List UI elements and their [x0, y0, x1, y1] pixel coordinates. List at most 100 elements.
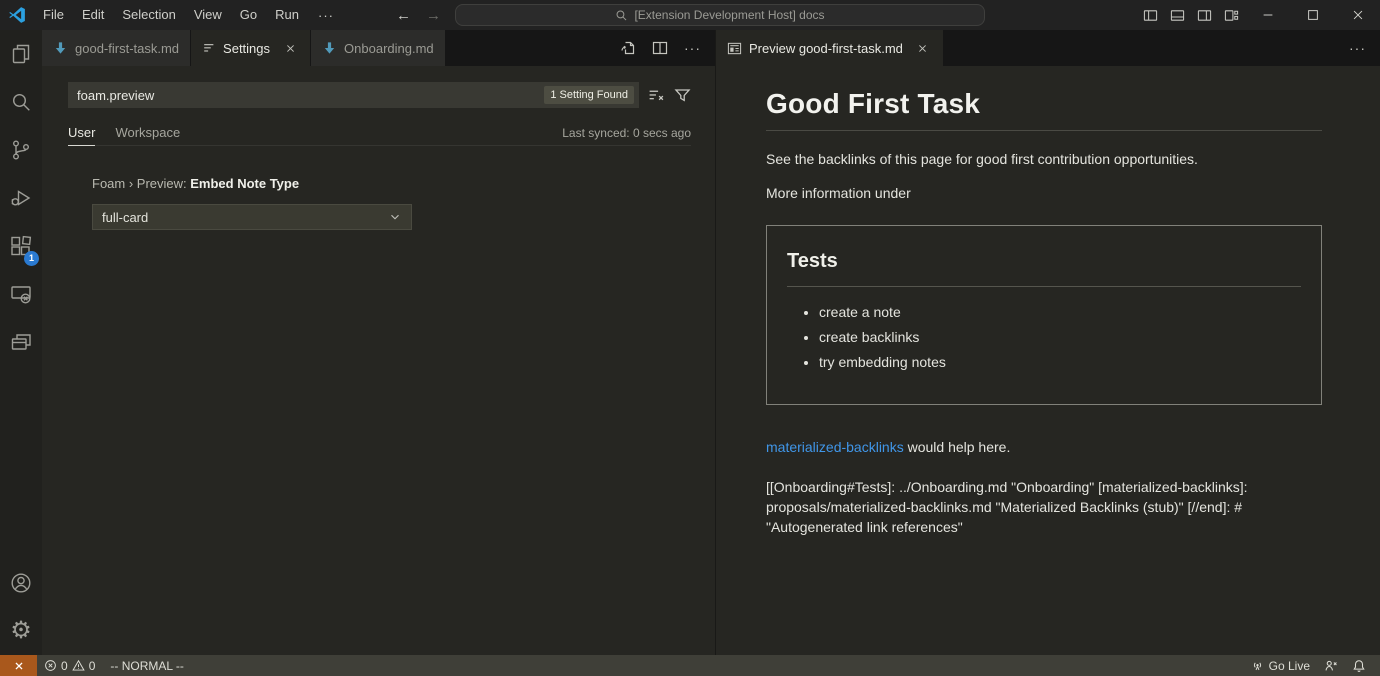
- menu-edit[interactable]: Edit: [73, 0, 113, 30]
- more-actions-button[interactable]: ···: [1349, 40, 1366, 56]
- search-button[interactable]: [0, 78, 42, 126]
- embedded-note-list: create a note create backlinks try embed…: [787, 303, 1301, 371]
- editor-layouts-button[interactable]: [0, 318, 42, 366]
- go-live-label: Go Live: [1269, 659, 1310, 673]
- bell-icon: [1352, 659, 1366, 673]
- menu-go[interactable]: Go: [231, 0, 266, 30]
- extensions-badge: 1: [24, 251, 39, 266]
- tab-label: Preview good-first-task.md: [749, 41, 903, 56]
- tab-good-first-task[interactable]: good-first-task.md: [42, 30, 191, 66]
- go-live-button[interactable]: Go Live: [1247, 655, 1314, 676]
- vim-mode-indicator[interactable]: -- NORMAL --: [102, 659, 192, 673]
- embedded-note-card: Tests create a note create backlinks try…: [766, 225, 1322, 405]
- list-item: create a note: [819, 303, 1301, 321]
- materialized-backlinks-link[interactable]: materialized-backlinks: [766, 439, 904, 455]
- scope-tab-user[interactable]: User: [68, 125, 95, 145]
- toggle-primary-sidebar-icon[interactable]: [1137, 0, 1164, 30]
- notifications-button[interactable]: [1348, 655, 1370, 676]
- windows-icon: [9, 330, 33, 354]
- clear-search-filters-icon[interactable]: [648, 87, 665, 104]
- status-bar: 0 0 -- NORMAL -- Go Live: [0, 655, 1380, 676]
- search-icon: [615, 9, 628, 22]
- remote-icon: [12, 659, 26, 673]
- settings-editor-icon: [202, 41, 216, 55]
- editor-group-right: Preview good-first-task.md ··· Good Firs…: [716, 30, 1380, 655]
- tab-onboarding[interactable]: Onboarding.md: [311, 30, 446, 66]
- vscode-window: { "colors": { "editor_bg": "#262622", "t…: [0, 0, 1380, 676]
- setting-category: Foam › Preview:: [92, 176, 190, 191]
- menu-run[interactable]: Run: [266, 0, 308, 30]
- open-settings-json-icon[interactable]: [620, 40, 636, 56]
- error-count: 0: [61, 659, 68, 673]
- customize-layout-icon[interactable]: [1218, 0, 1245, 30]
- command-center-label: [Extension Development Host] docs: [634, 8, 824, 22]
- status-bar-right: Go Live: [1247, 655, 1380, 676]
- remote-indicator[interactable]: [0, 655, 37, 676]
- maximize-button[interactable]: [1290, 0, 1335, 30]
- source-control-button[interactable]: [0, 126, 42, 174]
- feedback-icon: [1324, 659, 1338, 673]
- menu-more-button[interactable]: ···: [308, 8, 344, 23]
- gear-icon: ⚙: [10, 619, 32, 643]
- feedback-button[interactable]: [1320, 655, 1342, 676]
- menu-file[interactable]: File: [34, 0, 73, 30]
- right-tab-bar: Preview good-first-task.md ···: [716, 30, 1380, 66]
- navigate-back-icon[interactable]: ←: [396, 0, 411, 30]
- split-editor-icon[interactable]: [652, 40, 668, 56]
- activity-bar: 1 ⚙: [0, 30, 42, 655]
- left-tab-bar: good-first-task.md Settings Onboarding.m…: [42, 30, 715, 66]
- markdown-preview-icon: [727, 41, 742, 56]
- embedded-note-title: Tests: [787, 250, 1301, 287]
- settings-search-input[interactable]: [77, 88, 544, 103]
- window-controls: [1137, 0, 1380, 30]
- files-icon: [9, 42, 33, 66]
- extensions-button[interactable]: 1: [0, 222, 42, 270]
- tab-label: Settings: [223, 41, 270, 56]
- account-icon: [9, 571, 33, 595]
- search-icon: [9, 90, 33, 114]
- setting-name: Embed Note Type: [190, 176, 299, 191]
- manage-settings-button[interactable]: ⚙: [0, 607, 42, 655]
- vscode-logo-icon: [0, 6, 34, 24]
- navigate-forward-icon: →: [426, 0, 441, 30]
- settings-editor: 1 Setting Found User Workspace Last sync…: [42, 66, 715, 230]
- remote-explorer-button[interactable]: [0, 270, 42, 318]
- warning-count: 0: [89, 659, 96, 673]
- markdown-file-icon: [322, 41, 337, 56]
- tab-settings[interactable]: Settings: [191, 30, 311, 66]
- run-debug-button[interactable]: [0, 174, 42, 222]
- link-tail-text: would help here.: [904, 439, 1011, 455]
- tab-preview-good-first-task[interactable]: Preview good-first-task.md: [716, 30, 944, 66]
- close-tab-icon[interactable]: [914, 39, 932, 57]
- right-editor-actions: ···: [1349, 30, 1380, 66]
- close-tab-icon[interactable]: [281, 39, 299, 57]
- preview-title: Good First Task: [766, 88, 1322, 131]
- menu-view[interactable]: View: [185, 0, 231, 30]
- markdown-file-icon: [53, 41, 68, 56]
- source-control-icon: [9, 138, 33, 162]
- settings-found-badge: 1 Setting Found: [544, 86, 634, 104]
- tab-label: Onboarding.md: [344, 41, 434, 56]
- chevron-down-icon: [388, 210, 402, 224]
- toggle-panel-icon[interactable]: [1164, 0, 1191, 30]
- menu-selection[interactable]: Selection: [113, 0, 184, 30]
- preview-paragraph: See the backlinks of this page for good …: [766, 149, 1322, 169]
- embed-note-type-select[interactable]: full-card: [92, 204, 412, 230]
- warning-icon: [72, 659, 85, 672]
- setting-item-embed-note-type: Foam › Preview: Embed Note Type full-car…: [68, 176, 691, 230]
- more-actions-button[interactable]: ···: [684, 40, 701, 56]
- settings-sync-status: Last synced: 0 secs ago: [562, 126, 691, 145]
- explorer-button[interactable]: [0, 30, 42, 78]
- minimize-button[interactable]: [1245, 0, 1290, 30]
- close-window-button[interactable]: [1335, 0, 1380, 30]
- problems-indicator[interactable]: 0 0: [37, 655, 102, 676]
- toggle-secondary-sidebar-icon[interactable]: [1191, 0, 1218, 30]
- settings-search-box[interactable]: 1 Setting Found: [68, 82, 639, 108]
- title-bar: File Edit Selection View Go Run ··· ← → …: [0, 0, 1380, 30]
- scope-tab-workspace[interactable]: Workspace: [115, 125, 180, 145]
- filter-settings-icon[interactable]: [674, 87, 691, 104]
- run-debug-icon: [9, 186, 33, 210]
- command-center[interactable]: [Extension Development Host] docs: [455, 4, 985, 26]
- selected-option: full-card: [102, 210, 148, 225]
- accounts-button[interactable]: [0, 559, 42, 607]
